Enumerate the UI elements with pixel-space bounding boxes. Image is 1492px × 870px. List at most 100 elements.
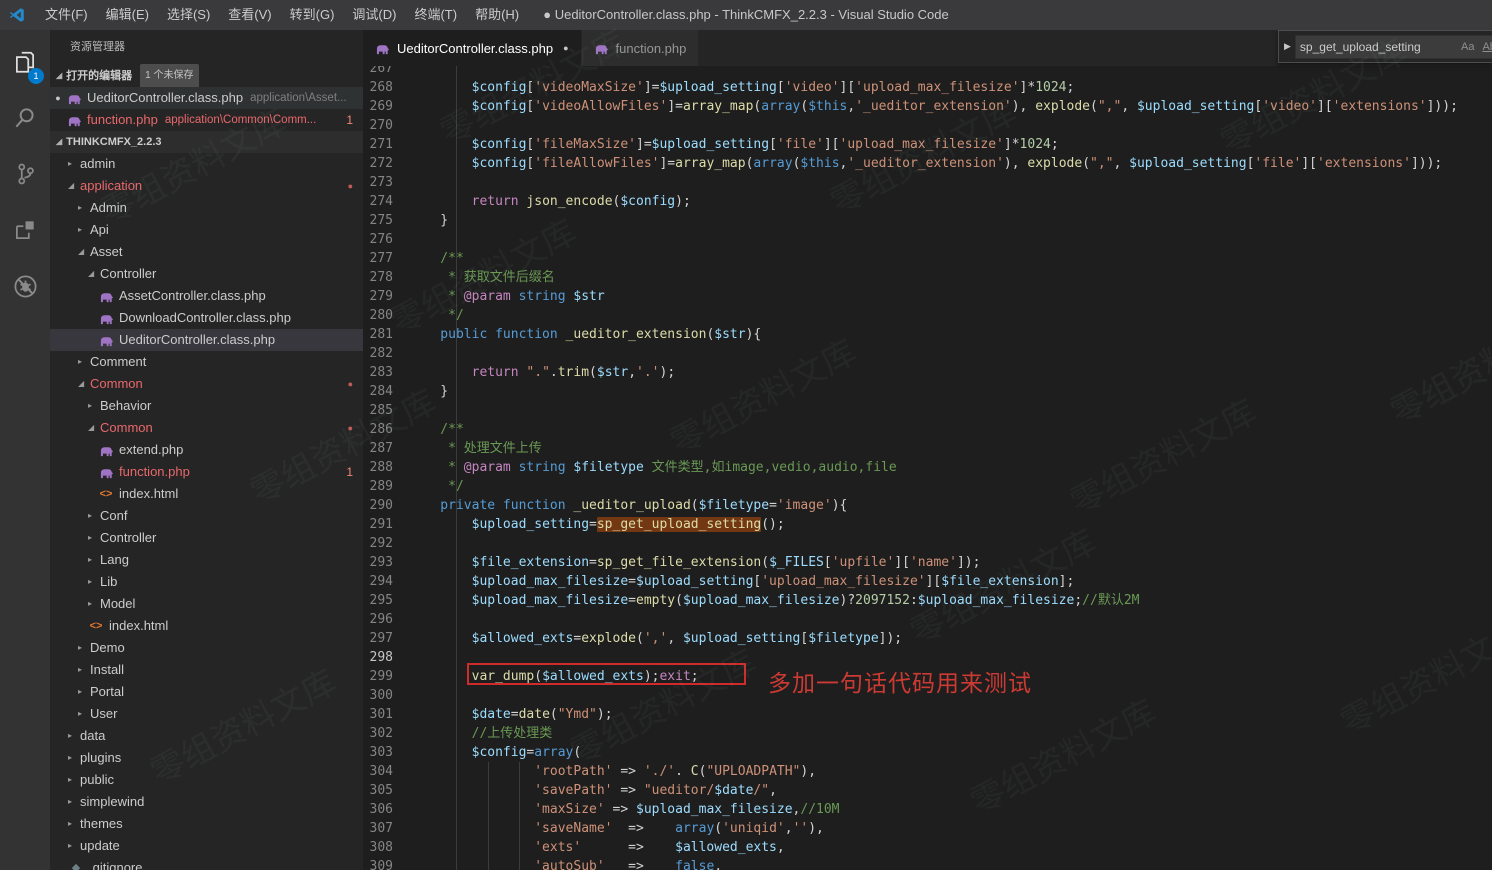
code-line-287[interactable]: 287 * 处理文件上传: [363, 439, 1492, 458]
tree-item-controller[interactable]: ◢Controller: [50, 263, 363, 285]
code-line-273[interactable]: 273: [363, 173, 1492, 192]
match-case-button[interactable]: Aa: [1457, 41, 1478, 53]
code-line-308[interactable]: 308 'exts' => $allowed_exts,: [363, 838, 1492, 857]
tree-item-lib[interactable]: ▸Lib: [50, 571, 363, 593]
menu-item[interactable]: 查看(V): [219, 0, 280, 30]
code-line-289[interactable]: 289 */: [363, 477, 1492, 496]
tree-item-index.html[interactable]: <>index.html: [50, 483, 363, 505]
code-line-296[interactable]: 296: [363, 610, 1492, 629]
code-line-301[interactable]: 301 $date=date("Ymd");: [363, 705, 1492, 724]
tree-item-user[interactable]: ▸User: [50, 703, 363, 725]
code-line-284[interactable]: 284 }: [363, 382, 1492, 401]
code-line-268[interactable]: 268 $config['videoMaxSize']=$upload_sett…: [363, 78, 1492, 97]
tree-item-extend.php[interactable]: extend.php: [50, 439, 363, 461]
code-line-269[interactable]: 269 $config['videoAllowFiles']=array_map…: [363, 97, 1492, 116]
code-line-306[interactable]: 306 'maxSize' => $upload_max_filesize,//…: [363, 800, 1492, 819]
tree-item-common[interactable]: ◢Common●: [50, 373, 363, 395]
code-line-297[interactable]: 297 $allowed_exts=explode(',', $upload_s…: [363, 629, 1492, 648]
code-line-275[interactable]: 275 }: [363, 211, 1492, 230]
code-line-303[interactable]: 303 $config=array(: [363, 743, 1492, 762]
menu-item[interactable]: 调试(D): [343, 0, 405, 30]
tree-item-public[interactable]: ▸public: [50, 769, 363, 791]
code-line-292[interactable]: 292: [363, 534, 1492, 553]
code-line-302[interactable]: 302 //上传处理类: [363, 724, 1492, 743]
menu-item[interactable]: 选择(S): [158, 0, 219, 30]
menu-item[interactable]: 编辑(E): [97, 0, 158, 30]
tree-item-install[interactable]: ▸Install: [50, 659, 363, 681]
search-icon[interactable]: [0, 94, 50, 142]
tree-item-update[interactable]: ▸update: [50, 835, 363, 857]
menu-item[interactable]: 终端(T): [405, 0, 466, 30]
tree-item-api[interactable]: ▸Api: [50, 219, 363, 241]
tree-root-header[interactable]: ◢ THINKCMFX_2.2.3: [50, 131, 363, 153]
code-line-274[interactable]: 274 return json_encode($config);: [363, 192, 1492, 211]
open-editor-item[interactable]: function.phpapplication\Common\Comm...1: [50, 109, 363, 131]
tab-ueditorcontroller.class.php[interactable]: UeditorController.class.php●: [363, 30, 581, 66]
tree-item-plugins[interactable]: ▸plugins: [50, 747, 363, 769]
code-line-278[interactable]: 278 * 获取文件后缀名: [363, 268, 1492, 287]
tree-item-index.html[interactable]: <>index.html: [50, 615, 363, 637]
code-line-286[interactable]: 286 /**: [363, 420, 1492, 439]
code-line-305[interactable]: 305 'savePath' => "ueditor/$date/",: [363, 781, 1492, 800]
tree-item-assetcontroller.class.php[interactable]: AssetController.class.php: [50, 285, 363, 307]
code-line-290[interactable]: 290 private function _ueditor_upload($fi…: [363, 496, 1492, 515]
code-line-270[interactable]: 270: [363, 116, 1492, 135]
toggle-replace-icon[interactable]: ▶: [1279, 41, 1295, 52]
tree-item-admin[interactable]: ▸admin: [50, 153, 363, 175]
code-line-295[interactable]: 295 $upload_max_filesize=empty($upload_m…: [363, 591, 1492, 610]
explorer-icon[interactable]: 1: [0, 38, 50, 86]
code-line-282[interactable]: 282: [363, 344, 1492, 363]
code-line-283[interactable]: 283 return ".".trim($str,'.');: [363, 363, 1492, 382]
tree-item-.gitignore[interactable]: ◆.gitignore: [50, 857, 363, 870]
tree-item-lang[interactable]: ▸Lang: [50, 549, 363, 571]
open-editors-header[interactable]: ◢ 打开的编辑器 1 个未保存: [50, 65, 363, 87]
tree-item-data[interactable]: ▸data: [50, 725, 363, 747]
code-line-307[interactable]: 307 'saveName' => array('uniqid',''),: [363, 819, 1492, 838]
code-line-281[interactable]: 281 public function _ueditor_extension($…: [363, 325, 1492, 344]
menu-item[interactable]: 帮助(H): [466, 0, 528, 30]
no-debug-icon[interactable]: [0, 262, 50, 310]
menu-item[interactable]: 文件(F): [36, 0, 97, 30]
code-line-288[interactable]: 288 * @param string $filetype 文件类型,如imag…: [363, 458, 1492, 477]
tree-item-downloadcontroller.class.php[interactable]: DownloadController.class.php: [50, 307, 363, 329]
tree-item-portal[interactable]: ▸Portal: [50, 681, 363, 703]
tree-item-simplewind[interactable]: ▸simplewind: [50, 791, 363, 813]
tree-item-admin[interactable]: ▸Admin: [50, 197, 363, 219]
tree-item-asset[interactable]: ◢Asset: [50, 241, 363, 263]
code-line-272[interactable]: 272 $config['fileAllowFiles']=array_map(…: [363, 154, 1492, 173]
code-line-285[interactable]: 285: [363, 401, 1492, 420]
menu-item[interactable]: 转到(G): [281, 0, 344, 30]
code-line-276[interactable]: 276: [363, 230, 1492, 249]
tree-item-conf[interactable]: ▸Conf: [50, 505, 363, 527]
find-input[interactable]: sp_get_upload_setting Aa Ab: [1295, 35, 1492, 59]
line-number: 289: [363, 477, 409, 496]
code-line-277[interactable]: 277 /**: [363, 249, 1492, 268]
whole-word-button[interactable]: Ab: [1478, 41, 1492, 53]
editor-group[interactable]: UeditorController.class.php●function.php…: [363, 30, 1492, 870]
code-line-267[interactable]: 267: [363, 66, 1492, 78]
code-line-280[interactable]: 280 */: [363, 306, 1492, 325]
code-line-271[interactable]: 271 $config['fileMaxSize']=$upload_setti…: [363, 135, 1492, 154]
tree-item-ueditorcontroller.class.php[interactable]: UeditorController.class.php: [50, 329, 363, 351]
code-area[interactable]: 267268 $config['videoMaxSize']=$upload_s…: [363, 66, 1492, 870]
code-line-293[interactable]: 293 $file_extension=sp_get_file_extensio…: [363, 553, 1492, 572]
code-line-304[interactable]: 304 'rootPath' => './'. C("UPLOADPATH"),: [363, 762, 1492, 781]
code-line-294[interactable]: 294 $upload_max_filesize=$upload_setting…: [363, 572, 1492, 591]
source-control-icon[interactable]: [0, 150, 50, 198]
extensions-icon[interactable]: [0, 206, 50, 254]
tree-item-controller[interactable]: ▸Controller: [50, 527, 363, 549]
code-line-309[interactable]: 309 'autoSub' => false,: [363, 857, 1492, 870]
tab-function.php[interactable]: function.php: [582, 30, 699, 66]
code-line-279[interactable]: 279 * @param string $str: [363, 287, 1492, 306]
tree-item-application[interactable]: ◢application●: [50, 175, 363, 197]
tree-item-themes[interactable]: ▸themes: [50, 813, 363, 835]
tree-item-behavior[interactable]: ▸Behavior: [50, 395, 363, 417]
tree-item-comment[interactable]: ▸Comment: [50, 351, 363, 373]
tree-item-model[interactable]: ▸Model: [50, 593, 363, 615]
open-editor-item[interactable]: ●UeditorController.class.phpapplication\…: [50, 87, 363, 109]
code-line-291[interactable]: 291 $upload_setting=sp_get_upload_settin…: [363, 515, 1492, 534]
tree-item-demo[interactable]: ▸Demo: [50, 637, 363, 659]
tree-item-function.php[interactable]: function.php1: [50, 461, 363, 483]
tree-item-common[interactable]: ◢Common●: [50, 417, 363, 439]
line-number: 304: [363, 762, 409, 781]
